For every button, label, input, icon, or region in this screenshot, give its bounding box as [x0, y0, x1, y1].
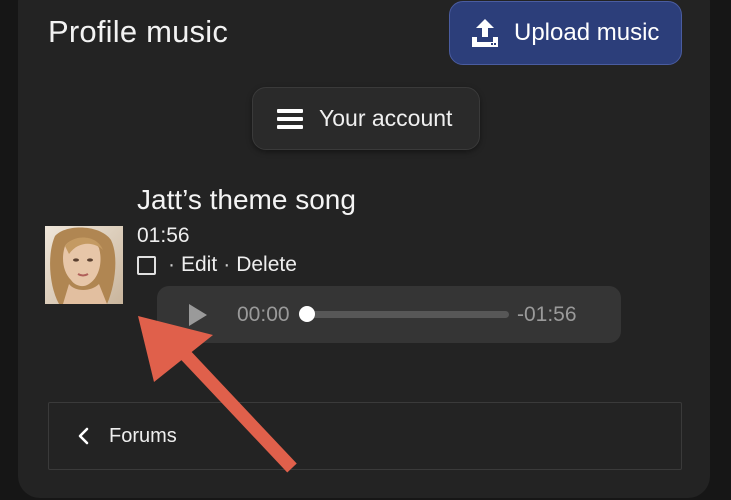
remaining-time: -01:56 [517, 303, 577, 326]
upload-music-label: Upload music [514, 19, 660, 46]
song-duration: 01:56 [137, 224, 190, 247]
action-separator: · [168, 253, 175, 276]
your-account-button[interactable]: Your account [252, 87, 480, 150]
audio-player: 00:00 -01:56 [157, 286, 621, 343]
current-time: 00:00 [237, 303, 290, 326]
action-separator: · [223, 253, 231, 276]
delete-link[interactable]: Delete [236, 253, 297, 277]
progress-slider[interactable] [299, 306, 509, 322]
forums-label: Forums [109, 424, 177, 447]
song-thumbnail[interactable] [45, 226, 123, 304]
upload-icon [472, 19, 498, 47]
upload-music-button[interactable]: Upload music [449, 1, 682, 65]
select-song-checkbox[interactable] [137, 255, 156, 275]
chevron-left-icon [78, 427, 89, 445]
song-actions: · Edit · Delete [137, 253, 297, 277]
edit-link[interactable]: Edit [181, 253, 217, 277]
hamburger-menu-icon [277, 108, 303, 129]
song-title[interactable]: Jatt’s theme song [137, 184, 356, 216]
your-account-label: Your account [319, 105, 453, 131]
play-icon[interactable] [185, 303, 209, 327]
portrait-photo-icon [45, 226, 123, 304]
page-title: Profile music [48, 14, 229, 49]
progress-knob[interactable] [299, 306, 315, 322]
forums-link[interactable]: Forums [48, 402, 682, 470]
